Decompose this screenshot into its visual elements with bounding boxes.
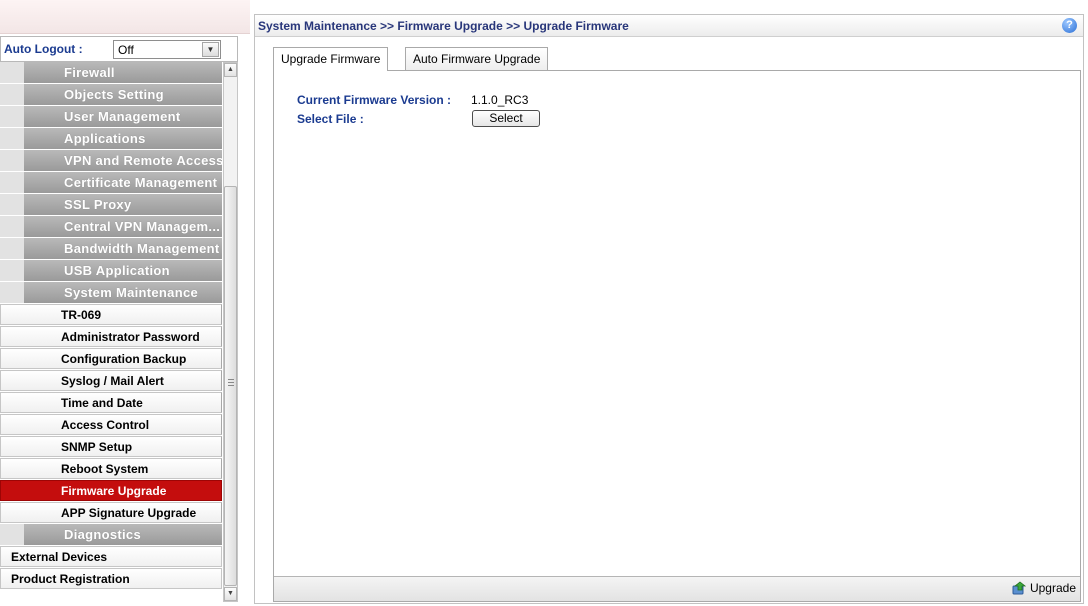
select-file-button[interactable]: Select [472, 110, 540, 127]
upgrade-icon [1012, 581, 1026, 595]
main-panel: System Maintenance >> Firmware Upgrade >… [254, 14, 1084, 604]
breadcrumb-bar: System Maintenance >> Firmware Upgrade >… [255, 15, 1083, 37]
scroll-up-arrow-icon[interactable]: ▲ [224, 63, 237, 77]
menu-certificate-management[interactable]: Certificate Management [0, 172, 222, 193]
auto-logout-select[interactable]: Off ▼ [113, 40, 221, 59]
scroll-down-arrow-icon[interactable]: ▼ [224, 587, 237, 601]
left-panel: Auto Logout : Off ▼ Firewall Objects Set… [0, 0, 250, 606]
menu-central-vpn-management[interactable]: Central VPN Managem... [0, 216, 222, 237]
menu-applications[interactable]: Applications [0, 128, 222, 149]
firmware-panel: Upgrade Firmware Auto Firmware Upgrade C… [273, 47, 1081, 602]
menu-bandwidth-management[interactable]: Bandwidth Management [0, 238, 222, 259]
menu-app-signature-upgrade[interactable]: APP Signature Upgrade [0, 502, 222, 523]
auto-logout-value: Off [118, 43, 134, 57]
menu-administrator-password[interactable]: Administrator Password [0, 326, 222, 347]
action-footer: Upgrade [274, 576, 1080, 601]
menu-time-and-date[interactable]: Time and Date [0, 392, 222, 413]
menu-syslog-mail-alert[interactable]: Syslog / Mail Alert [0, 370, 222, 391]
upgrade-button-label: Upgrade [1029, 581, 1076, 595]
sidebar-scrollbar[interactable]: ▲ ▼ [223, 62, 238, 602]
menu-product-registration[interactable]: Product Registration [0, 568, 222, 589]
left-header [0, 0, 250, 34]
chevron-down-icon[interactable]: ▼ [202, 42, 219, 57]
scroll-thumb[interactable] [224, 186, 237, 586]
scroll-grip-icon [228, 379, 234, 386]
menu-diagnostics[interactable]: Diagnostics [0, 524, 222, 545]
menu-firmware-upgrade[interactable]: Firmware Upgrade [0, 480, 222, 501]
menu-external-devices[interactable]: External Devices [0, 546, 222, 567]
current-firmware-value: 1.1.0_RC3 [471, 93, 529, 107]
upgrade-button[interactable]: Upgrade [1012, 581, 1076, 598]
menu-reboot-system[interactable]: Reboot System [0, 458, 222, 479]
help-icon[interactable]: ? [1062, 18, 1077, 33]
auto-logout-bar: Auto Logout : Off ▼ [0, 36, 238, 62]
menu-tr069[interactable]: TR-069 [0, 304, 222, 325]
menu-access-control[interactable]: Access Control [0, 414, 222, 435]
menu-firewall[interactable]: Firewall [0, 62, 222, 83]
menu-user-management[interactable]: User Management [0, 106, 222, 127]
breadcrumb: System Maintenance >> Firmware Upgrade >… [258, 19, 629, 33]
menu-objects-setting[interactable]: Objects Setting [0, 84, 222, 105]
menu-usb-application[interactable]: USB Application [0, 260, 222, 281]
menu-system-maintenance[interactable]: System Maintenance [0, 282, 222, 303]
tab-upgrade-firmware[interactable]: Upgrade Firmware [273, 47, 389, 71]
menu-configuration-backup[interactable]: Configuration Backup [0, 348, 222, 369]
select-file-label: Select File : [297, 112, 364, 126]
auto-logout-label: Auto Logout : [4, 42, 83, 56]
current-firmware-label: Current Firmware Version : [297, 93, 452, 107]
tab-auto-firmware-upgrade[interactable]: Auto Firmware Upgrade [405, 47, 549, 71]
menu-ssl-proxy[interactable]: SSL Proxy [0, 194, 222, 215]
tab-content: Current Firmware Version : 1.1.0_RC3 Sel… [273, 70, 1081, 602]
sidebar-menu: Firewall Objects Setting User Management… [0, 62, 222, 590]
menu-snmp-setup[interactable]: SNMP Setup [0, 436, 222, 457]
menu-vpn-remote-access[interactable]: VPN and Remote Access [0, 150, 222, 171]
